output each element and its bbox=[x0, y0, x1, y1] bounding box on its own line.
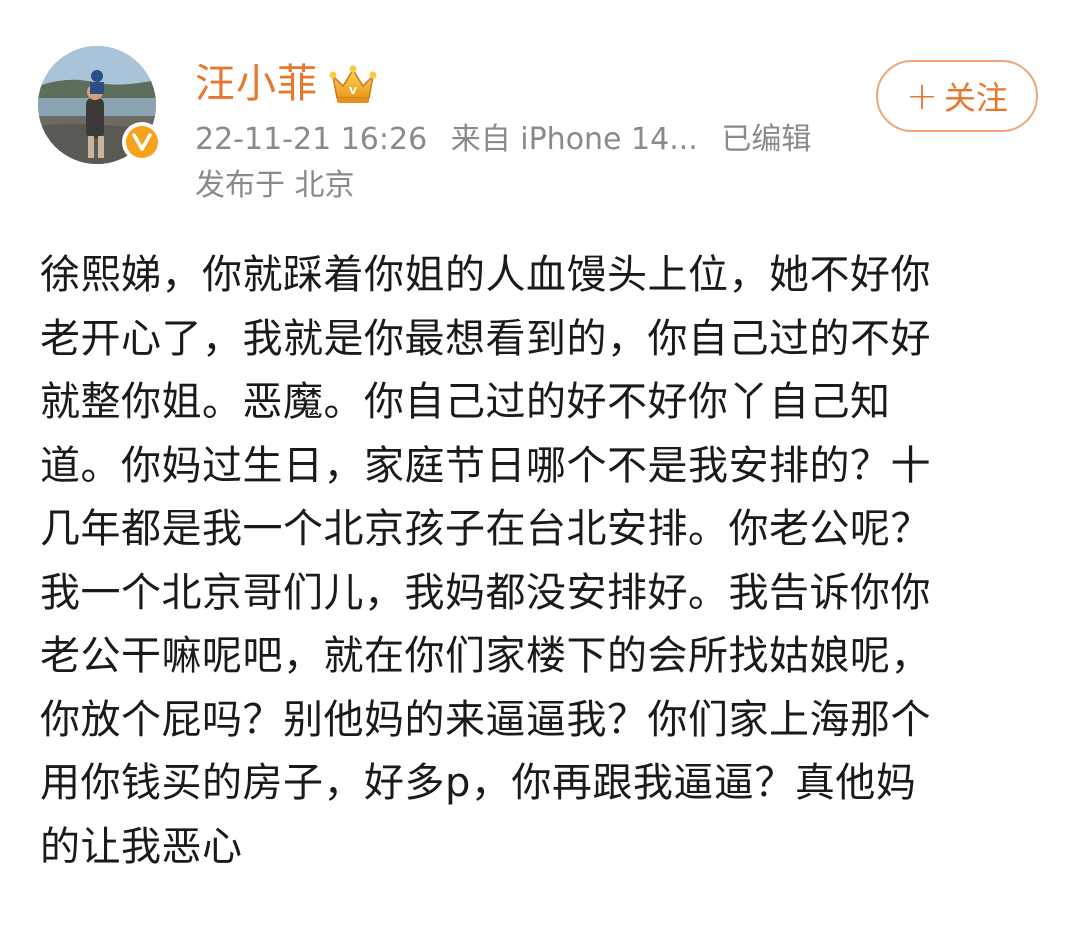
post-meta: 22-11-21 16:26 来自 iPhone 14... 已编辑 bbox=[195, 118, 825, 162]
avatar-container[interactable] bbox=[38, 46, 162, 164]
post-timestamp: 22-11-21 16:26 bbox=[195, 122, 428, 157]
author-row: 汪小菲 V bbox=[195, 58, 378, 110]
post-text-line: 几年都是我一个北京孩子在台北安排。你老公呢？ bbox=[40, 506, 931, 552]
weibo-post: 汪小菲 V 22-11-21 16:26 来自 iPhone 14... 已编辑… bbox=[0, 0, 1080, 934]
crown-icon[interactable]: V bbox=[328, 62, 378, 106]
post-text-line: 道。你妈过生日，家庭节日哪个不是我安排的？十 bbox=[40, 442, 931, 489]
verified-v-icon bbox=[132, 133, 152, 151]
post-location: 发布于 北京 bbox=[195, 168, 355, 203]
plus-icon: + bbox=[906, 74, 938, 118]
post-text-line: 我一个北京哥们儿，我妈都没安排好。我告诉你你 bbox=[40, 569, 931, 616]
follow-button[interactable]: + 关注 bbox=[876, 60, 1038, 132]
post-text-line: 用你钱买的房子，好多p，你再跟我逼逼？真他妈 bbox=[40, 760, 917, 806]
post-source[interactable]: 来自 iPhone 14... bbox=[451, 122, 698, 157]
verified-badge bbox=[122, 122, 162, 162]
follow-button-label: 关注 bbox=[943, 79, 1008, 117]
post-text: 徐熙娣，你就踩着你姐的人血馒头上位，她不好你 老开心了，我就是你最想看到的，你自… bbox=[40, 244, 1040, 879]
author-name[interactable]: 汪小菲 bbox=[195, 58, 318, 110]
edited-label[interactable]: 已编辑 bbox=[721, 122, 811, 157]
post-text-line: 的让我恶心 bbox=[40, 823, 243, 870]
post-text-line: 就整你姐。恶魔。你自己过的好不好你丫自己知 bbox=[40, 379, 891, 425]
svg-text:V: V bbox=[349, 86, 357, 97]
post-text-line: 老公干嘛呢吧，就在你们家楼下的会所找姑娘呢， bbox=[40, 633, 931, 679]
post-text-line: 徐熙娣，你就踩着你姐的人血馒头上位，她不好你 bbox=[40, 252, 931, 298]
post-text-line: 老开心了，我就是你最想看到的，你自己过的不好 bbox=[40, 315, 931, 362]
post-text-line: 你放个屁吗？别他妈的来逼逼我？你们家上海那个 bbox=[40, 696, 931, 743]
